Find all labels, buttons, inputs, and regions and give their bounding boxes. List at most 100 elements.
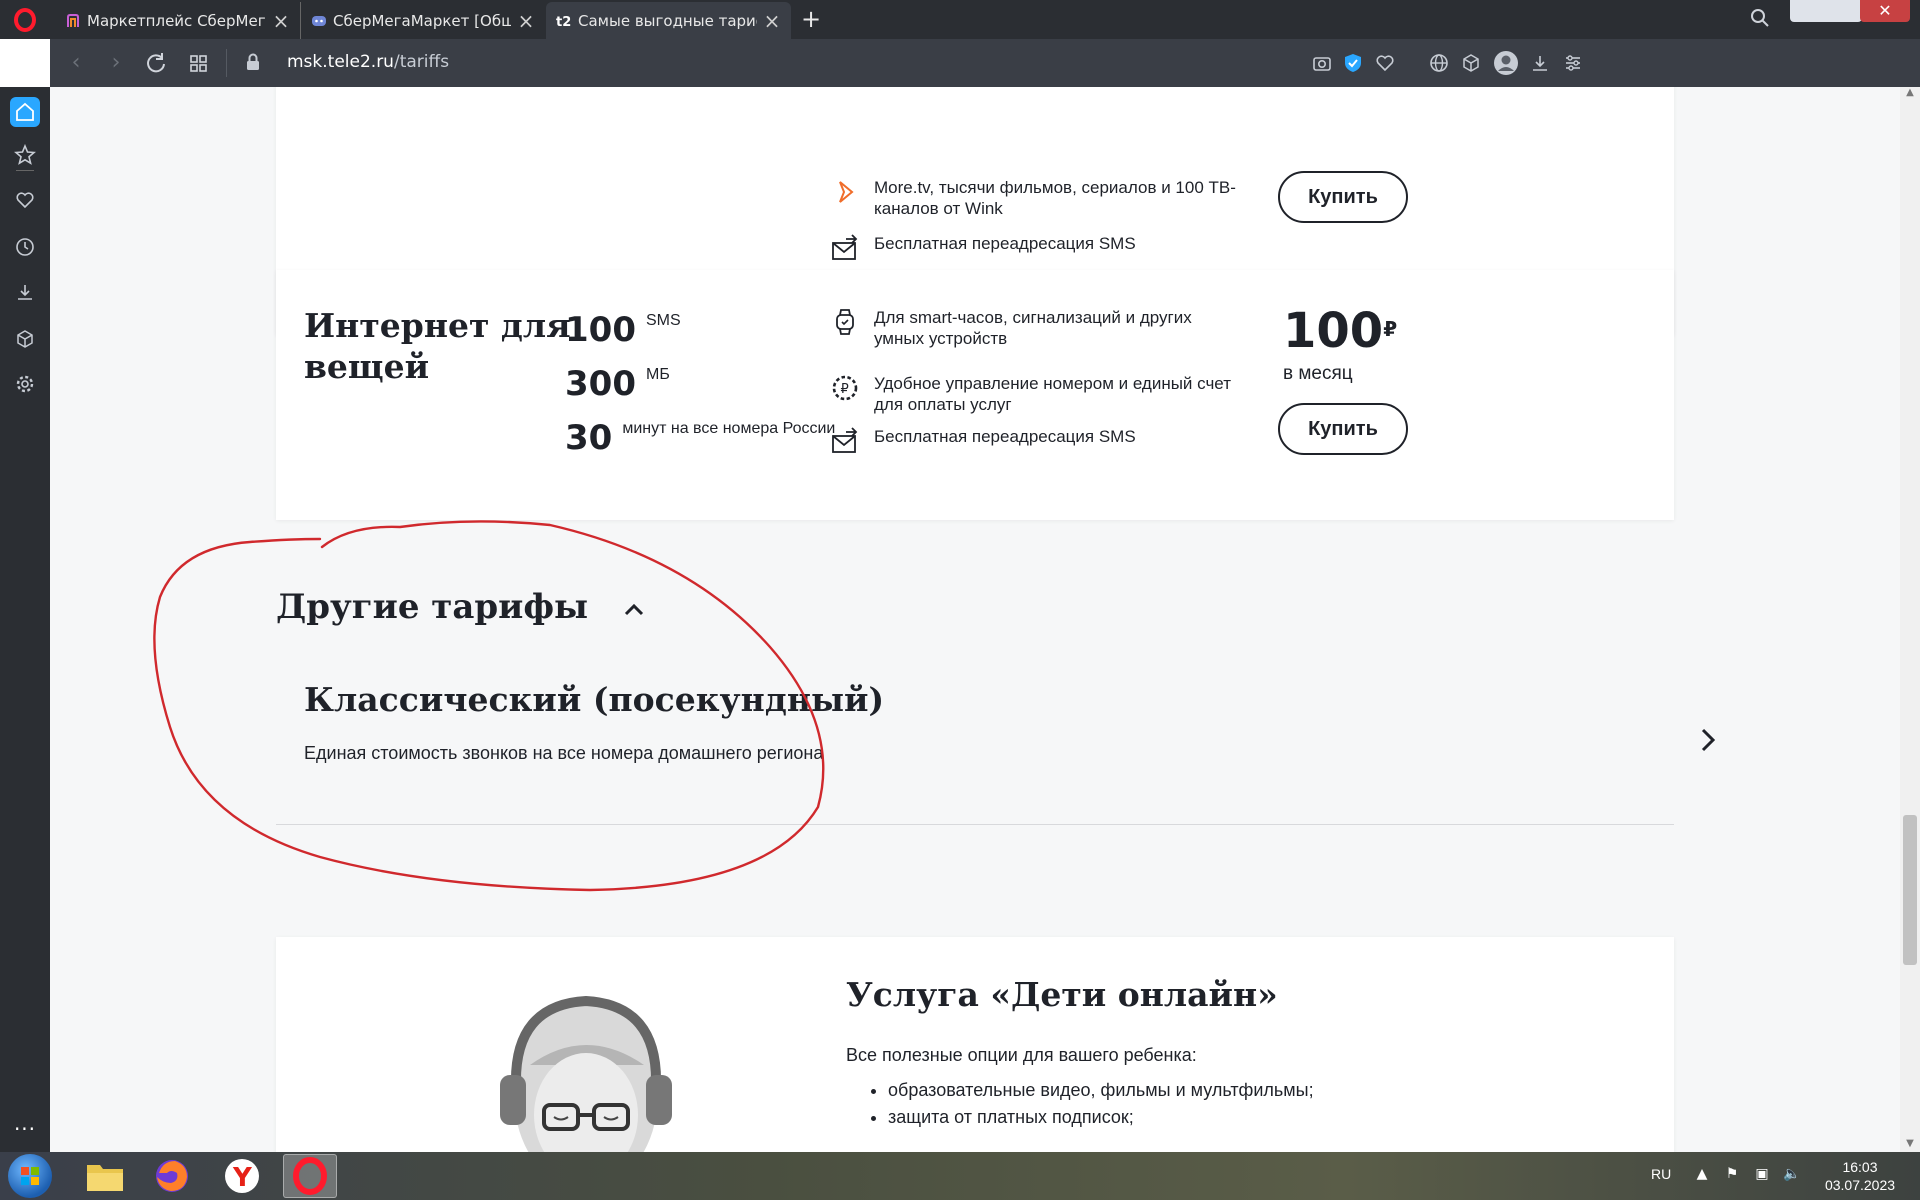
opera-logo-icon	[14, 7, 36, 32]
heart-icon	[16, 192, 34, 209]
taskbar-opera[interactable]	[283, 1154, 337, 1198]
adblock-shield-icon[interactable]	[1342, 52, 1364, 74]
section-heading[interactable]: Другие тарифы	[276, 587, 588, 627]
list-item: защита от платных подписок;	[888, 1104, 1314, 1131]
url-path: /tariffs	[393, 52, 450, 72]
sms-forward-icon	[832, 234, 858, 260]
close-window-button[interactable]: ✕	[1860, 0, 1910, 22]
vpn-globe-icon[interactable]	[1428, 52, 1450, 74]
feature-text: Для smart-часов, сигнализаций и других у…	[874, 308, 1192, 348]
sidebar-history-button[interactable]	[10, 232, 40, 262]
tariff-feature: ₽ Удобное управление номером и единый сч…	[830, 373, 1244, 415]
system-clock[interactable]: 16:03 03.07.2023	[1820, 1158, 1900, 1194]
tariff-link-title[interactable]: Классический (посекундный)	[304, 680, 884, 719]
service-title: Услуга «Дети онлайн»	[846, 975, 1278, 1014]
back-button[interactable]: ‹	[62, 49, 90, 77]
action-center-flag-icon[interactable]: ⚑	[1722, 1166, 1742, 1186]
chevron-right-icon[interactable]	[1698, 727, 1718, 753]
extensions-cube-icon[interactable]	[1460, 52, 1482, 74]
tariff-feature: More.tv, тысячи фильмов, сериалов и 100 …	[830, 177, 1244, 219]
yandex-browser-icon: Y	[225, 1159, 259, 1193]
speed-dial-home-button[interactable]	[10, 97, 40, 127]
browser-tab[interactable]: Маркетплейс СберМегаМаркет ×	[55, 2, 300, 39]
tab-label: Самые выгодные тарифы	[578, 11, 757, 30]
downloads-icon[interactable]	[1529, 52, 1551, 74]
taskbar-yandex-browser[interactable]: Y	[215, 1154, 269, 1198]
new-tab-button[interactable]: +	[798, 4, 824, 34]
language-indicator[interactable]: RU	[1651, 1166, 1671, 1182]
sidebar-separator	[16, 170, 34, 171]
vertical-scrollbar[interactable]	[1900, 87, 1920, 1152]
url-host: msk.tele2.ru	[287, 52, 394, 72]
child-photo	[500, 995, 672, 1152]
tariff-metric: 30 минут на все номера России	[565, 418, 835, 458]
volume-icon[interactable]: 🔈	[1782, 1166, 1802, 1186]
metric-value: 100	[565, 310, 636, 350]
scroll-down-arrow[interactable]: ▼	[1900, 1138, 1920, 1152]
tab-label: СберМегаМаркет [Общая	[333, 11, 511, 30]
close-tab-icon[interactable]: ×	[763, 9, 781, 33]
svg-text:₽: ₽	[841, 382, 849, 397]
camera-icon[interactable]	[1311, 52, 1333, 74]
feature-text: Бесплатная переадресация SMS	[874, 234, 1136, 253]
url-field[interactable]: msk.tele2.ru/tariffs	[287, 52, 449, 72]
buy-button[interactable]: Купить	[1278, 171, 1408, 223]
tariff-price: 100₽	[1283, 305, 1397, 357]
scrollbar-thumb[interactable]	[1903, 815, 1917, 965]
price-value: 100	[1283, 303, 1384, 359]
buy-button[interactable]: Купить	[1278, 403, 1408, 455]
close-tab-icon[interactable]: ×	[517, 9, 535, 33]
reload-icon[interactable]	[142, 49, 170, 77]
chevron-up-icon[interactable]	[622, 599, 646, 619]
sidebar-extensions-button[interactable]	[10, 324, 40, 354]
star-icon	[14, 144, 36, 165]
windows-logo-icon	[21, 1167, 39, 1185]
price-period: в месяц	[1283, 363, 1353, 384]
tariff-card: Интернет для вещей 100 SMS 300 МБ 30 мин…	[276, 270, 1674, 520]
home-icon	[16, 102, 34, 121]
feature-text: More.tv, тысячи фильмов, сериалов и 100 …	[874, 178, 1236, 218]
network-icon[interactable]: ▣	[1752, 1166, 1772, 1186]
taskbar-explorer[interactable]	[78, 1154, 132, 1198]
clock-date: 03.07.2023	[1824, 1177, 1896, 1193]
profile-avatar-icon[interactable]	[1493, 50, 1519, 76]
feature-text: Бесплатная переадресация SMS	[874, 427, 1136, 446]
opera-sidebar: ···	[0, 87, 50, 1152]
forward-button[interactable]: ›	[102, 49, 130, 77]
sidebar-downloads-button[interactable]	[10, 277, 40, 307]
taskbar-firefox[interactable]	[145, 1154, 199, 1198]
movie-icon	[839, 181, 854, 203]
sidebar-settings-button[interactable]	[10, 369, 40, 399]
metric-unit: SMS	[645, 312, 681, 329]
heart-icon[interactable]	[1374, 52, 1396, 74]
clock-icon	[16, 238, 34, 256]
sidebar-more-icon[interactable]: ···	[10, 1117, 40, 1141]
tariff-feature: Для smart-часов, сигнализаций и других у…	[830, 307, 1244, 349]
tab-label: Маркетплейс СберМегаМаркет	[87, 11, 266, 30]
opera-menu-button[interactable]	[0, 0, 50, 39]
discord-favicon-icon	[312, 15, 326, 26]
folder-icon	[87, 1165, 123, 1191]
smartwatch-icon	[836, 309, 854, 335]
divider	[276, 824, 1674, 825]
show-hidden-icons[interactable]: ▲	[1692, 1166, 1712, 1186]
tab-snapshot-icon[interactable]	[185, 49, 213, 77]
lock-icon[interactable]	[246, 53, 260, 71]
scroll-up-arrow[interactable]: ▲	[1900, 87, 1920, 101]
list-item: образовательные видео, фильмы и мультфил…	[888, 1077, 1314, 1104]
close-tab-icon[interactable]: ×	[272, 9, 290, 33]
address-bar: ‹ › msk.tele2.ru/tariffs	[50, 39, 1920, 87]
easy-setup-icon[interactable]	[1562, 52, 1584, 74]
browser-tab-active[interactable]: t2 Самые выгодные тарифы ×	[546, 2, 791, 39]
sidebar-pinboards-button[interactable]	[10, 140, 40, 170]
tariff-feature: Бесплатная переадресация SMS	[830, 233, 1244, 263]
tab-search-icon[interactable]	[1748, 6, 1772, 30]
browser-tab[interactable]: СберМегаМаркет [Общая ×	[300, 2, 545, 39]
maximize-button[interactable]	[1814, 0, 1862, 22]
tariff-link-description: Единая стоимость звонков на все номера д…	[304, 743, 824, 763]
sidebar-bookmarks-button[interactable]	[10, 185, 40, 215]
start-button[interactable]	[8, 1154, 52, 1198]
tariff-metric: 100 SMS	[565, 310, 681, 350]
clock-time: 16:03	[1842, 1159, 1878, 1175]
gear-icon	[16, 375, 34, 393]
